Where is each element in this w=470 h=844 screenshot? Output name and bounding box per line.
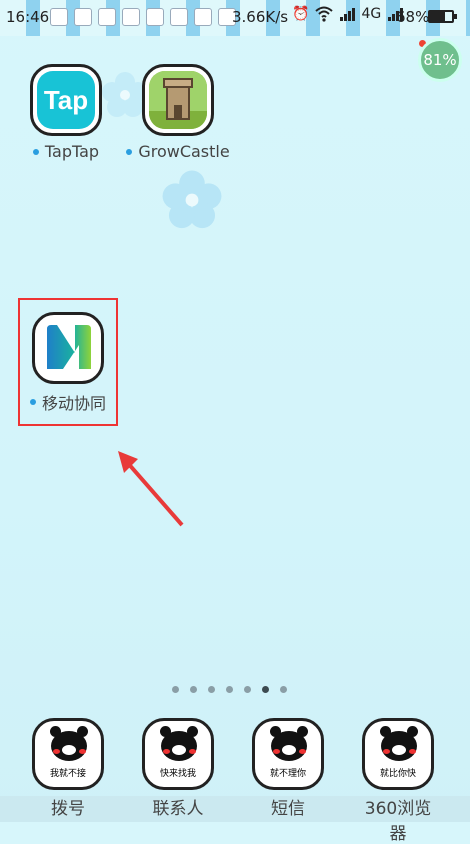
app-name: TapTap (44, 142, 100, 161)
dock-label: 360浏览器 (364, 799, 432, 844)
dock-label: 短信 (271, 799, 305, 819)
new-dot-icon (32, 148, 39, 155)
dialer-icon: 我就不接 (32, 718, 104, 790)
page-dot (208, 686, 215, 693)
network-speed: 3.66K/s (232, 8, 289, 26)
notification-icon (170, 8, 188, 26)
app-label: GrowCastle (118, 142, 238, 161)
notification-icons (50, 8, 236, 26)
signal-icon (340, 8, 356, 21)
notification-icon (50, 8, 68, 26)
app-taptap[interactable]: Tap TapTap (6, 64, 126, 161)
dock-app-contacts[interactable]: 快来找我 联系人 (138, 718, 218, 819)
battery-icon (428, 10, 457, 23)
dock-caption: 就比你快 (379, 769, 416, 779)
notification-icon (146, 8, 164, 26)
dock-caption: 快来找我 (159, 769, 196, 779)
messages-icon: 就不理你 (252, 718, 324, 790)
taptap-icon: Tap (37, 71, 95, 129)
page-indicator (172, 686, 287, 693)
battery-percent: 68% (396, 8, 430, 26)
memory-ball[interactable]: 81% (418, 38, 462, 82)
highlight-box (18, 298, 118, 426)
dock-label: 拨号 (51, 799, 85, 819)
page-dot (244, 686, 251, 693)
dock-caption: 就不理你 (269, 769, 306, 779)
contacts-icon: 快来找我 (142, 718, 214, 790)
notification-icon (74, 8, 92, 26)
castle-icon (149, 71, 207, 129)
notification-icon (194, 8, 212, 26)
memory-value: 81% (423, 51, 457, 69)
page-dot (280, 686, 287, 693)
flower-decoration (162, 170, 222, 229)
alarm-icon: ⏰ (292, 6, 310, 22)
notification-icon (98, 8, 116, 26)
taptap-icon-frame: Tap (30, 64, 102, 136)
taptap-icon-text: Tap (43, 84, 89, 115)
dock-label: 联系人 (152, 799, 204, 819)
clock: 16:46 (6, 8, 50, 26)
page-dot (226, 686, 233, 693)
network-type: 4G (361, 6, 382, 22)
dock-caption: 我就不接 (49, 769, 86, 779)
page-dot (190, 686, 197, 693)
notification-icon (122, 8, 140, 26)
app-growcastle[interactable]: GrowCastle (118, 64, 238, 161)
new-dot-icon (126, 148, 133, 155)
system-icons: ⏰ 4G (292, 6, 404, 22)
status-bar: 16:46 3.66K/s ⏰ 4G 68% (0, 0, 470, 36)
app-label: TapTap (6, 142, 126, 161)
annotation-arrow (118, 451, 184, 527)
page-dot (262, 686, 269, 693)
dock-app-messages[interactable]: 就不理你 短信 (248, 718, 328, 819)
page-dot (172, 686, 179, 693)
growcastle-icon-frame (142, 64, 214, 136)
app-name: GrowCastle (138, 142, 230, 161)
browser-icon: 就比你快 (362, 718, 434, 790)
wifi-icon (315, 6, 334, 22)
dock-app-browser[interactable]: 就比你快 360浏览器 (358, 718, 438, 844)
dock-app-dialer[interactable]: 我就不接 拨号 (28, 718, 108, 819)
